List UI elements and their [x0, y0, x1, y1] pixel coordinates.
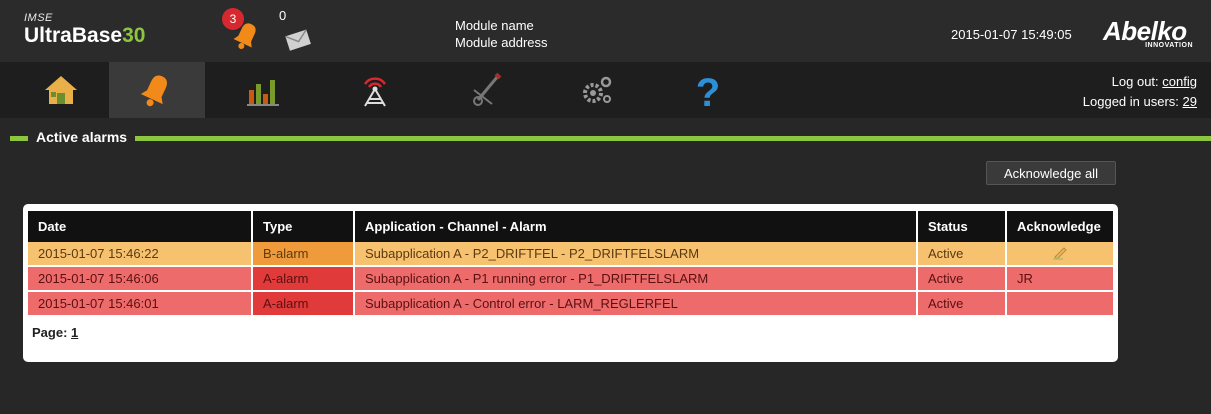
- header: IMSE UltraBase30 3 0 Module name Module …: [0, 0, 1211, 62]
- pagination: Page: 1: [28, 325, 1113, 340]
- table-header-row: Date Type Application - Channel - Alarm …: [28, 211, 1113, 242]
- section-header: Active alarms: [10, 127, 1211, 147]
- row-acknowledge[interactable]: [1006, 242, 1113, 267]
- row-acknowledge: JR: [1006, 266, 1113, 292]
- table-row[interactable]: 2015-01-07 15:46:22 B-alarm Subapplicati…: [28, 242, 1113, 267]
- tools-icon: [473, 72, 502, 106]
- svg-text:?: ?: [696, 71, 720, 112]
- brand-title: UltraBase30: [24, 24, 145, 48]
- alarm-panel: Date Type Application - Channel - Alarm …: [23, 204, 1118, 362]
- alarm-table: Date Type Application - Channel - Alarm …: [28, 211, 1113, 317]
- brand-name: UltraBase: [24, 24, 123, 47]
- table-row[interactable]: 2015-01-07 15:46:06 A-alarm Subapplicati…: [28, 266, 1113, 292]
- row-alarm: Subapplication A - Control error - LARM_…: [354, 291, 918, 317]
- table-row[interactable]: 2015-01-07 15:46:01 A-alarm Subapplicati…: [28, 291, 1113, 317]
- row-status: Active: [917, 266, 1007, 292]
- page-label: Page:: [32, 325, 68, 340]
- acknowledge-all-button[interactable]: Acknowledge all: [986, 161, 1116, 185]
- users-label: Logged in users:: [1082, 94, 1179, 109]
- current-datetime: 2015-01-07 15:49:05: [951, 27, 1072, 42]
- envelope-icon: [285, 29, 311, 51]
- chart-icon: [247, 80, 279, 106]
- logout-line: Log out: config: [1083, 72, 1197, 92]
- logo-text: Abelko: [1103, 16, 1187, 46]
- message-notification[interactable]: 0: [279, 8, 323, 54]
- col-alarm[interactable]: Application - Channel - Alarm: [354, 211, 918, 242]
- row-date: 2015-01-07 15:46:06: [28, 266, 253, 292]
- row-date: 2015-01-07 15:46:01: [28, 291, 253, 317]
- module-address: Module address: [455, 35, 548, 50]
- nav-home[interactable]: [13, 62, 109, 118]
- col-date[interactable]: Date: [28, 211, 253, 242]
- row-type: A-alarm: [252, 291, 355, 317]
- alarm-notification[interactable]: 3: [222, 8, 268, 54]
- row-alarm: Subapplication A - P1 running error - P1…: [354, 266, 918, 292]
- alarm-count-badge: 3: [222, 8, 244, 30]
- home-icon: [45, 76, 77, 104]
- abelko-logo: Abelko INNOVATION: [1103, 18, 1193, 49]
- col-type[interactable]: Type: [252, 211, 355, 242]
- message-count: 0: [279, 8, 287, 23]
- gears-icon: [583, 76, 612, 103]
- nav-settings[interactable]: [549, 62, 645, 118]
- help-icon: ?: [696, 71, 720, 112]
- brand-subtitle: IMSE: [24, 12, 53, 24]
- logged-users-link[interactable]: 29: [1183, 94, 1197, 109]
- alarm-bell-icon: [140, 75, 168, 107]
- row-acknowledge: [1006, 291, 1113, 317]
- row-type: B-alarm: [252, 242, 355, 267]
- module-info: Module name Module address: [455, 17, 548, 51]
- section-divider: [10, 136, 1211, 141]
- nav-charts[interactable]: [215, 62, 311, 118]
- login-info: Log out: config Logged in users: 29: [1083, 72, 1197, 112]
- row-status: Active: [917, 291, 1007, 317]
- nav-help[interactable]: ?: [660, 62, 756, 118]
- row-status: Active: [917, 242, 1007, 267]
- nav-tools[interactable]: [438, 62, 534, 118]
- row-date: 2015-01-07 15:46:22: [28, 242, 253, 267]
- nav-communication[interactable]: [327, 62, 423, 118]
- col-acknowledge[interactable]: Acknowledge: [1006, 211, 1113, 242]
- row-alarm: Subapplication A - P2_DRIFTFEL - P2_DRIF…: [354, 242, 918, 267]
- section-title: Active alarms: [28, 127, 136, 147]
- nav-alarms[interactable]: [109, 62, 205, 118]
- antenna-icon: [363, 77, 387, 107]
- page-link[interactable]: 1: [71, 325, 78, 340]
- users-line: Logged in users: 29: [1083, 92, 1197, 112]
- pencil-icon[interactable]: [1051, 244, 1069, 260]
- logout-link[interactable]: config: [1162, 74, 1197, 89]
- main-nav: ? Log out: config Logged in users: 29: [0, 62, 1211, 118]
- module-name: Module name: [455, 18, 534, 33]
- logout-label: Log out:: [1111, 74, 1159, 89]
- row-type: A-alarm: [252, 266, 355, 292]
- col-status[interactable]: Status: [917, 211, 1007, 242]
- brand-number: 30: [122, 24, 146, 47]
